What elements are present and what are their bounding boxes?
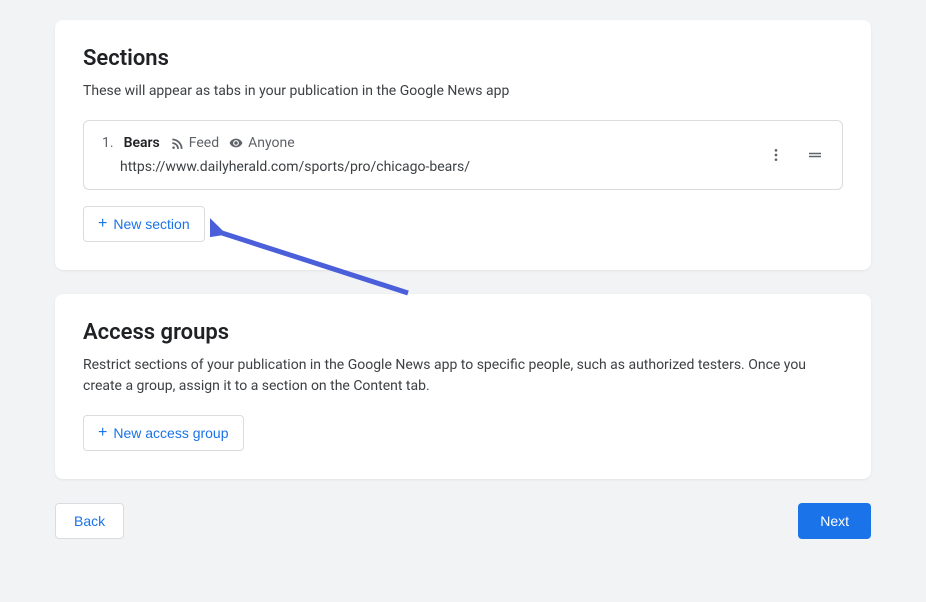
eye-icon	[229, 136, 243, 150]
section-type: Feed	[170, 135, 219, 151]
sections-description: These will appear as tabs in your public…	[83, 81, 843, 102]
more-vert-icon	[768, 147, 784, 163]
more-options-button[interactable]	[768, 147, 784, 163]
section-content: 1. Bears Feed Anyone https://www.dailyhe…	[102, 135, 768, 175]
footer-actions: Back Next	[55, 503, 871, 539]
new-access-group-label: New access group	[113, 425, 228, 441]
section-number: 1.	[102, 135, 114, 151]
feed-icon	[170, 136, 184, 150]
drag-handle[interactable]	[806, 146, 824, 164]
new-access-group-button[interactable]: + New access group	[83, 415, 244, 451]
plus-icon: +	[98, 215, 107, 233]
section-access: Anyone	[229, 135, 295, 151]
section-name: Bears	[124, 135, 160, 151]
plus-icon: +	[98, 424, 107, 442]
section-access-label: Anyone	[248, 135, 295, 151]
new-section-button[interactable]: + New section	[83, 206, 205, 242]
section-item[interactable]: 1. Bears Feed Anyone https://www.dailyhe…	[83, 120, 843, 190]
access-groups-card: Access groups Restrict sections of your …	[55, 294, 871, 479]
section-actions	[768, 146, 824, 164]
new-section-label: New section	[113, 216, 189, 232]
sections-title: Sections	[83, 46, 843, 71]
section-header: 1. Bears Feed Anyone	[102, 135, 768, 151]
access-groups-description: Restrict sections of your publication in…	[83, 355, 843, 397]
section-type-label: Feed	[189, 135, 219, 151]
next-button[interactable]: Next	[798, 503, 871, 539]
back-button[interactable]: Back	[55, 503, 124, 539]
sections-card: Sections These will appear as tabs in yo…	[55, 20, 871, 270]
section-url: https://www.dailyherald.com/sports/pro/c…	[102, 159, 768, 175]
drag-handle-icon	[806, 146, 824, 164]
access-groups-title: Access groups	[83, 320, 843, 345]
